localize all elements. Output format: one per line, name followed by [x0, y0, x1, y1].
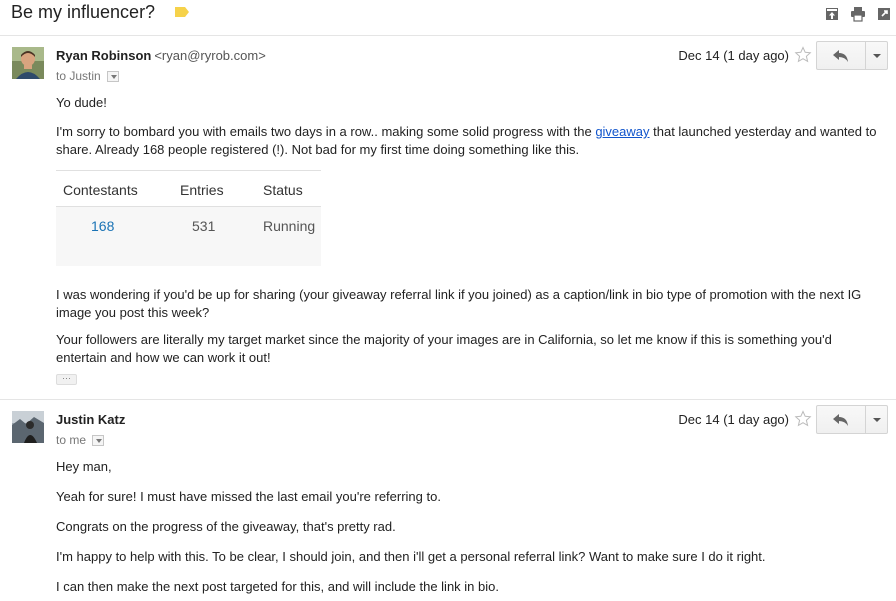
- paragraph: I'm happy to help with this. To be clear…: [56, 549, 766, 564]
- column-header: Contestants: [63, 182, 138, 198]
- subject-bar: Be my influencer?: [0, 0, 896, 28]
- message-justin: Justin Katz to me Dec 14 (1 day ago) Hey…: [0, 405, 896, 601]
- open-new-window-icon[interactable]: [876, 6, 892, 22]
- paragraph: Hey man,: [56, 459, 112, 474]
- avatar[interactable]: [12, 411, 44, 443]
- status-value: Running: [263, 218, 316, 234]
- reply-arrow-icon: [833, 413, 848, 426]
- message-ryan: Ryan Robinson <ryan@ryrob.com> to Justin …: [0, 41, 896, 394]
- chevron-down-icon: [872, 417, 881, 422]
- paragraph: I can then make the next post targeted f…: [56, 579, 499, 594]
- avatar[interactable]: [12, 47, 44, 79]
- contestants-value[interactable]: 168: [91, 217, 114, 235]
- print-icon[interactable]: [850, 6, 866, 22]
- header-divider: [0, 35, 896, 36]
- giveaway-link[interactable]: giveaway: [595, 124, 649, 139]
- column-header: Entries: [180, 182, 224, 198]
- paragraph: Yeah for sure! I must have missed the la…: [56, 489, 441, 504]
- reply-arrow-icon: [833, 49, 848, 62]
- recipient-line: to me: [56, 432, 105, 448]
- paragraph: Congrats on the progress of the giveaway…: [56, 519, 396, 534]
- message-date: Dec 14 (1 day ago): [678, 412, 789, 427]
- show-details-caret-icon[interactable]: [92, 434, 105, 446]
- star-icon[interactable]: [794, 46, 812, 64]
- stats-table: Contestants Entries Status 168 531 Runni…: [56, 170, 321, 266]
- sender-line: Ryan Robinson <ryan@ryrob.com>: [56, 48, 266, 64]
- recipient-text: to me: [56, 433, 87, 447]
- recipient-text: to Justin: [56, 69, 101, 83]
- label-tag-icon[interactable]: [175, 7, 189, 17]
- sender-name[interactable]: Ryan Robinson: [56, 48, 151, 63]
- show-trimmed-content-button[interactable]: ···: [56, 374, 77, 385]
- archive-up-icon[interactable]: [824, 6, 840, 22]
- more-options-button[interactable]: [866, 42, 887, 69]
- sender-name[interactable]: Justin Katz: [56, 412, 125, 427]
- message-date: Dec 14 (1 day ago): [678, 48, 789, 63]
- reply-button-group: [816, 41, 888, 70]
- show-details-caret-icon[interactable]: [106, 70, 119, 82]
- entries-value: 531: [192, 218, 216, 234]
- reply-button-group: [816, 405, 888, 434]
- chevron-down-icon: [872, 53, 881, 58]
- reply-button[interactable]: [817, 406, 866, 433]
- paragraph: I was wondering if you'd be up for shari…: [56, 287, 862, 320]
- sender-line: Justin Katz: [56, 412, 125, 428]
- message-divider: [0, 399, 896, 400]
- paragraph: I'm sorry to bombard you with emails two…: [56, 123, 886, 159]
- more-options-button[interactable]: [866, 406, 887, 433]
- recipient-line: to Justin: [56, 68, 119, 84]
- thread-subject: Be my influencer?: [11, 2, 156, 22]
- star-icon[interactable]: [794, 410, 812, 428]
- column-header: Status: [263, 182, 303, 198]
- greeting: Yo dude!: [56, 95, 107, 110]
- paragraph: Your followers are literally my target m…: [56, 332, 832, 365]
- sender-email: <ryan@ryrob.com>: [154, 48, 266, 63]
- paragraph-text: I'm sorry to bombard you with emails two…: [56, 124, 596, 139]
- reply-button[interactable]: [817, 42, 866, 69]
